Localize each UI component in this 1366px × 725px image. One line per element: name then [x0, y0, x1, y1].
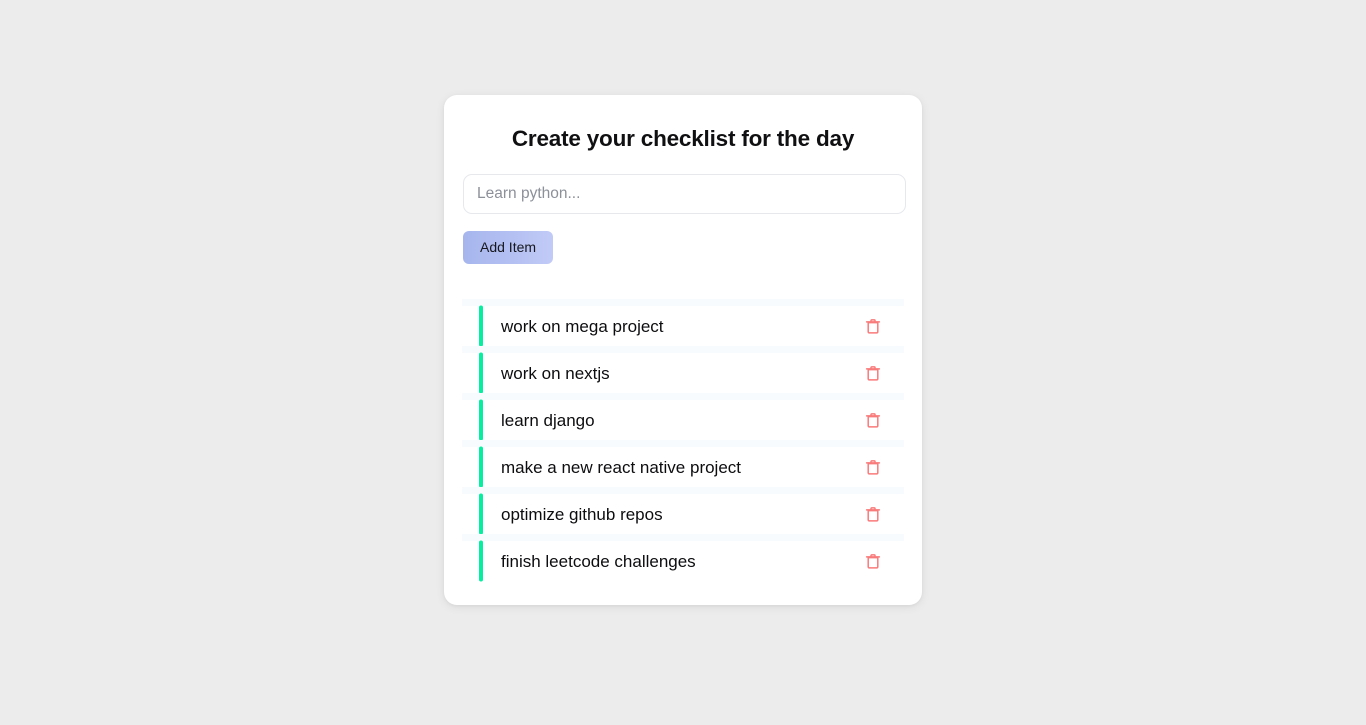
list-item[interactable]: work on mega project	[462, 299, 904, 347]
item-accent-bar	[479, 540, 483, 582]
item-accent-bar	[479, 352, 483, 394]
list-item[interactable]: finish leetcode challenges	[462, 534, 904, 582]
item-accent-bar	[479, 399, 483, 441]
delete-item-button[interactable]	[860, 360, 886, 386]
page-title: Create your checklist for the day	[511, 126, 855, 151]
item-accent-bar	[479, 305, 483, 347]
list-item[interactable]: work on nextjs	[462, 346, 904, 394]
input-container	[462, 174, 906, 214]
item-accent-bar	[479, 446, 483, 488]
trash-icon	[865, 365, 881, 382]
list-item-label: learn django	[501, 410, 595, 430]
trash-icon	[865, 553, 881, 570]
list-item-label: work on mega project	[501, 316, 664, 336]
list-item[interactable]: make a new react native project	[462, 440, 904, 488]
checklist-list: work on mega project work on nextjs lear…	[462, 299, 904, 587]
item-accent-bar	[479, 493, 483, 535]
delete-item-button[interactable]	[860, 407, 886, 433]
add-item-button[interactable]: Add Item	[463, 231, 554, 264]
list-item-label: finish leetcode challenges	[501, 551, 696, 571]
list-item-label: work on nextjs	[501, 363, 610, 383]
list-item[interactable]: optimize github repos	[462, 487, 904, 535]
list-item-label: make a new react native project	[501, 457, 742, 477]
delete-item-button[interactable]	[860, 501, 886, 527]
new-item-input[interactable]	[463, 174, 906, 214]
list-item[interactable]: learn django	[462, 393, 904, 441]
trash-icon	[865, 412, 881, 429]
list-item-label: optimize github repos	[501, 504, 663, 524]
delete-item-button[interactable]	[860, 548, 886, 574]
trash-icon	[865, 506, 881, 523]
trash-icon	[865, 459, 881, 476]
delete-item-button[interactable]	[860, 454, 886, 480]
trash-icon	[865, 318, 881, 335]
checklist-card: Create your checklist for the day Add It…	[444, 95, 922, 605]
page-background: Create your checklist for the day Add It…	[0, 0, 1366, 725]
delete-item-button[interactable]	[860, 313, 886, 339]
